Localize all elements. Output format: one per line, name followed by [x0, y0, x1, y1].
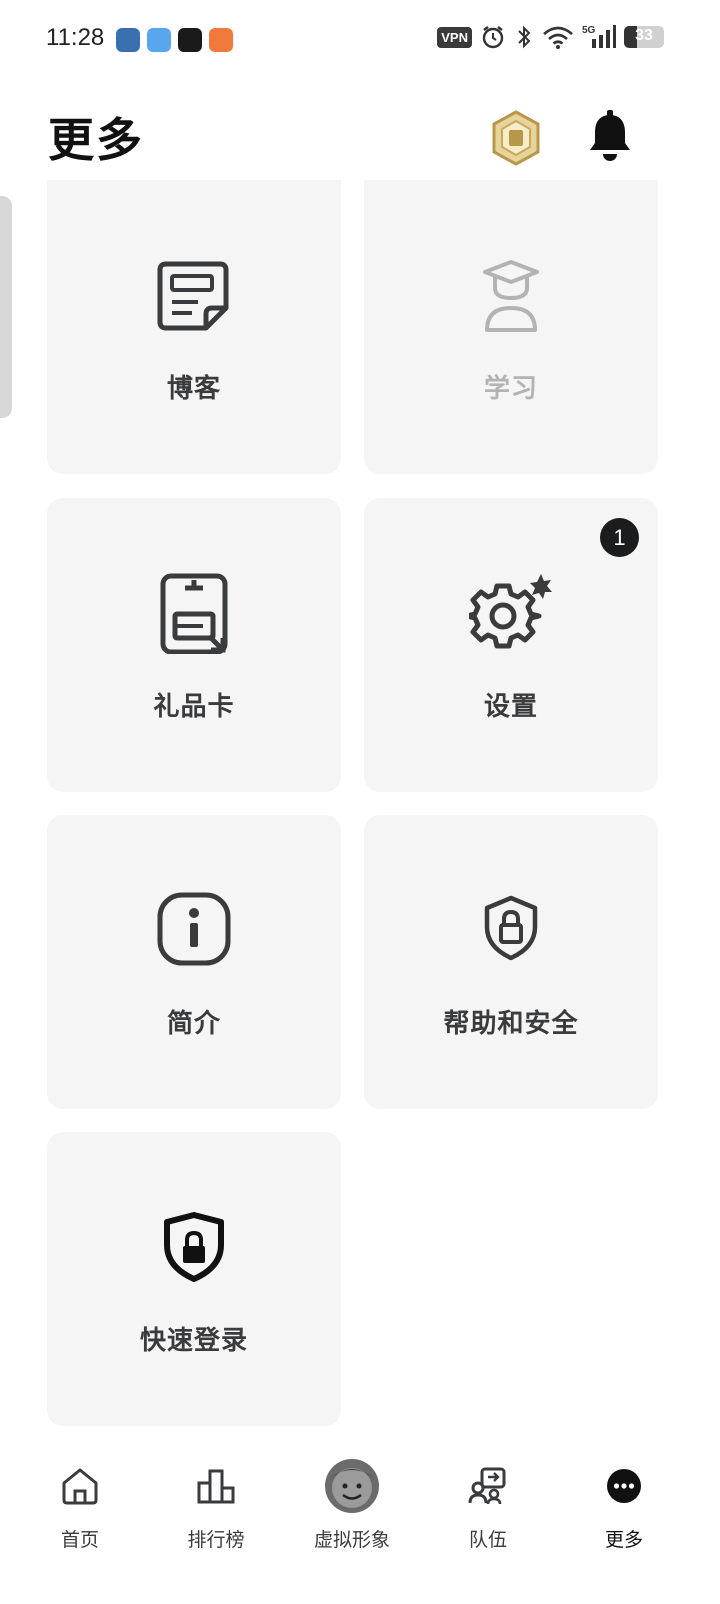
nav-label-avatar: 虚拟形象	[313, 1529, 390, 1551]
tiktok-app-icon	[178, 28, 202, 52]
wifi-icon	[543, 26, 573, 49]
tile-label-about: 简介	[166, 1009, 221, 1039]
nav-item-avatar[interactable]: 虚拟形象	[287, 1446, 417, 1566]
blog-icon	[157, 261, 229, 331]
nav-label-home: 首页	[60, 1529, 99, 1551]
svg-text:5G: 5G	[582, 25, 596, 36]
gift-card-icon	[160, 573, 228, 654]
avatar-icon	[325, 1459, 379, 1513]
tile-label-learn: 学习	[483, 374, 538, 404]
nav-label-team: 队伍	[468, 1529, 507, 1551]
more-icon	[607, 1469, 641, 1503]
settings-notification-badge: 1	[600, 518, 639, 557]
tile-help-security[interactable]: 帮助和安全	[364, 815, 658, 1109]
tile-label-quick-login: 快速登录	[139, 1326, 248, 1356]
nav-item-team[interactable]: 队伍	[423, 1446, 553, 1566]
bilibili-app-icon	[116, 28, 140, 52]
status-indicators: VPN 5G 33	[437, 24, 664, 50]
battery-level: 33	[635, 27, 653, 44]
weather-app-icon	[147, 28, 171, 52]
nav-label-more: 更多	[604, 1529, 643, 1551]
page-title: 更多	[48, 113, 144, 167]
bottom-navigation: 首页 排行榜 虚拟形象 队伍 更多	[0, 1446, 720, 1604]
nav-item-home[interactable]: 首页	[15, 1446, 145, 1566]
settings-icon	[469, 574, 552, 649]
tile-label-gift-card: 礼品卡	[153, 692, 235, 722]
home-icon	[62, 1468, 98, 1505]
orange-app-icon	[209, 28, 233, 52]
vpn-badge: VPN	[437, 26, 472, 48]
tile-about[interactable]: 简介	[47, 815, 341, 1109]
tile-label-help-security: 帮助和安全	[443, 1009, 579, 1039]
bell-icon	[590, 110, 630, 161]
edge-drawer-handle[interactable]	[0, 196, 12, 418]
coin-icon	[492, 110, 540, 166]
tile-label-blog: 博客	[166, 374, 221, 404]
team-icon	[468, 1467, 506, 1505]
signal-icon: 5G	[582, 25, 616, 48]
leaderboard-icon	[197, 1469, 235, 1504]
nav-item-more[interactable]: 更多	[559, 1446, 689, 1566]
info-icon	[157, 892, 231, 966]
quick-login-icon	[164, 1212, 224, 1282]
alarm-icon	[482, 26, 504, 49]
nav-item-leaderboard[interactable]: 排行榜	[151, 1446, 281, 1566]
learn-icon	[483, 260, 539, 332]
nav-label-leaderboard: 排行榜	[187, 1529, 245, 1551]
tile-learn[interactable]: 学习	[364, 180, 658, 474]
status-bar: 11:28 VPN 5G 33	[0, 0, 720, 80]
tile-label-settings: 设置	[483, 692, 538, 722]
notification-app-icons	[116, 28, 233, 52]
currency-button[interactable]	[490, 110, 542, 166]
tile-gift-card[interactable]: 礼品卡	[47, 498, 341, 792]
tile-blog[interactable]: 博客	[47, 180, 341, 474]
status-time: 11:28	[46, 24, 105, 51]
shield-lock-icon	[484, 895, 538, 961]
tile-quick-login[interactable]: 快速登录	[47, 1132, 341, 1426]
notifications-button[interactable]	[586, 108, 634, 164]
bluetooth-icon	[518, 25, 531, 49]
tile-settings[interactable]: 1 设置	[364, 498, 658, 792]
battery-indicator: 33	[624, 26, 664, 48]
